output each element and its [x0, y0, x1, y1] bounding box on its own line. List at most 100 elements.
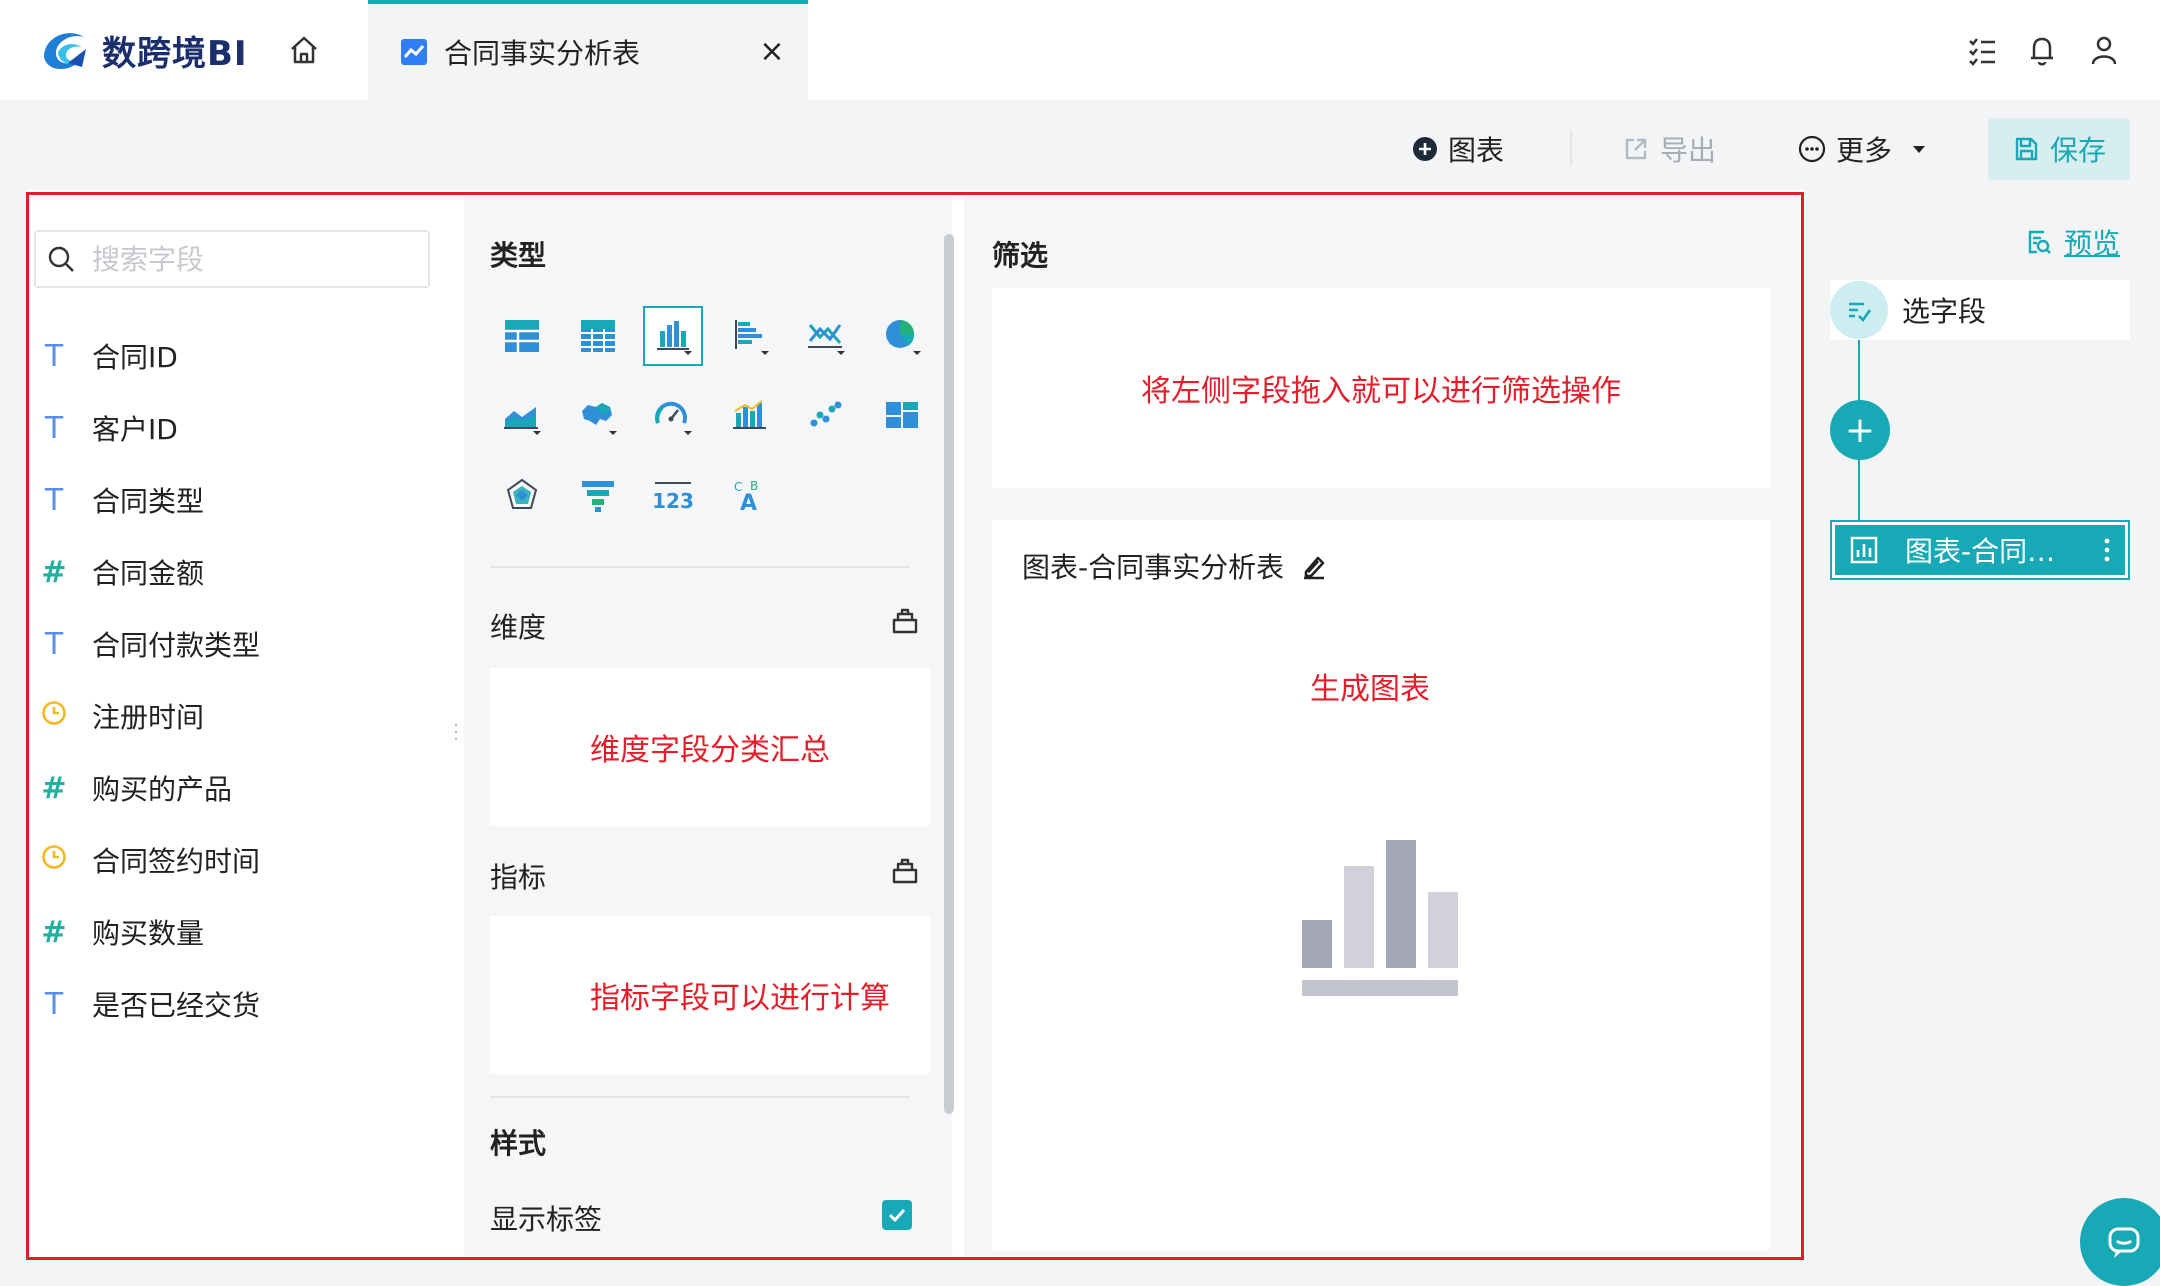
more-button[interactable]: 更多	[1798, 126, 1928, 172]
field-item[interactable]: # 购买数量	[40, 902, 440, 962]
field-item[interactable]: T 合同类型	[40, 470, 440, 530]
svg-text:123: 123	[652, 489, 694, 513]
config-divider	[490, 566, 910, 568]
word-cloud-icon[interactable]: CBA	[720, 466, 780, 526]
clock-icon	[40, 843, 68, 878]
config-scrollbar[interactable]	[944, 234, 954, 1114]
svg-text:A: A	[740, 491, 757, 515]
task-list-button[interactable]	[1962, 30, 2002, 70]
chart-node-label: 图表-合同…	[1905, 535, 2056, 568]
tab-label: 合同事实分析表	[444, 37, 641, 70]
user-icon	[2091, 36, 2117, 65]
funnel-icon[interactable]	[568, 466, 628, 526]
radar-icon[interactable]	[492, 466, 552, 526]
line-chart-icon[interactable]	[796, 306, 856, 366]
show-label-checkbox[interactable]	[882, 1200, 912, 1230]
check-icon	[888, 1208, 906, 1223]
text-type-icon: T	[44, 986, 64, 1022]
flow-step-select-fields[interactable]: 选字段	[1830, 280, 2130, 340]
field-item[interactable]: T 客户ID	[40, 398, 440, 458]
search-input[interactable]	[90, 241, 394, 277]
plus-circle-icon	[1413, 137, 1437, 161]
field-item[interactable]: T 是否已经交货	[40, 974, 440, 1034]
top-bar	[0, 0, 2160, 100]
metric-dropzone[interactable]: 指标字段可以进行计算	[490, 916, 930, 1074]
pie-chart-icon[interactable]	[872, 306, 932, 366]
preview-icon	[2028, 230, 2051, 254]
more-dots-icon	[1798, 135, 1826, 163]
field-label: 购买数量	[92, 917, 205, 950]
map-icon[interactable]	[568, 386, 628, 446]
chart-hint: 生成图表	[1310, 672, 1430, 707]
chart-title-row: 图表-合同事实分析表	[1022, 546, 1328, 586]
metric-title: 指标	[490, 861, 547, 894]
task-list-icon	[1969, 38, 1995, 66]
field-label: 合同签约时间	[92, 845, 261, 878]
flow-chart-node[interactable]: 图表-合同…	[1830, 520, 2130, 580]
cross-table-icon[interactable]	[568, 306, 628, 366]
dimension-dropzone[interactable]: 维度字段分类汇总	[490, 668, 930, 826]
add-step-button[interactable]: +	[1830, 400, 1890, 460]
save-button[interactable]: 保存	[1988, 118, 2130, 180]
preview-label: 预览	[2064, 227, 2121, 260]
scatter-icon[interactable]	[796, 386, 856, 446]
field-item[interactable]: 合同签约时间	[40, 830, 440, 890]
empty-chart-illustration	[1302, 840, 1458, 996]
field-item[interactable]: T 合同ID	[40, 326, 440, 386]
support-chat-button[interactable]	[2080, 1198, 2160, 1286]
export-label: 导出	[1660, 134, 1717, 167]
table-icon[interactable]	[492, 306, 552, 366]
number-type-icon: #	[41, 770, 67, 806]
filter-hint: 将左侧字段拖入就可以进行筛选操作	[1141, 374, 1621, 409]
text-type-icon: T	[44, 482, 64, 518]
bar-chart-icon[interactable]	[643, 306, 703, 366]
eraser-icon	[892, 608, 918, 634]
filter-dropzone[interactable]: 将左侧字段拖入就可以进行筛选操作	[992, 288, 1770, 488]
save-label: 保存	[2049, 134, 2106, 167]
chat-icon	[2108, 1227, 2140, 1258]
kpi-number-icon[interactable]: 123	[643, 466, 703, 526]
field-item[interactable]: # 合同金额	[40, 542, 440, 602]
caret-down-icon	[1913, 146, 1926, 153]
metric-clear-button[interactable]	[890, 856, 920, 890]
add-chart-button[interactable]: 图表	[1412, 126, 1504, 172]
flow-connector	[1858, 460, 1860, 522]
style-title: 样式	[490, 1127, 547, 1160]
save-icon	[2015, 137, 2038, 161]
toolbar-divider	[1570, 130, 1572, 166]
home-button[interactable]	[284, 30, 324, 70]
field-item[interactable]: # 购买的产品	[40, 758, 440, 818]
combo-chart-icon[interactable]	[720, 386, 780, 446]
preview-link[interactable]: 预览	[2024, 222, 2120, 262]
flow-step-label: 选字段	[1902, 295, 1987, 328]
panel-resize-handle[interactable]: ⋮	[446, 721, 466, 756]
horizontal-bar-icon[interactable]	[720, 306, 780, 366]
area-chart-icon[interactable]	[492, 386, 552, 446]
add-chart-label: 图表	[1448, 134, 1505, 167]
notification-button[interactable]	[2022, 30, 2062, 70]
search-icon	[48, 246, 74, 272]
export-button[interactable]: 导出	[1622, 126, 1716, 172]
tab-contract-analysis[interactable]: 合同事实分析表 ×	[368, 0, 808, 100]
edit-icon[interactable]	[1300, 552, 1328, 580]
chart-node-icon	[1850, 536, 1878, 564]
field-item[interactable]: T 合同付款类型	[40, 614, 440, 674]
app-logo[interactable]: 数跨境BI	[38, 22, 248, 78]
field-label: 是否已经交货	[92, 989, 261, 1022]
text-type-icon: T	[44, 338, 64, 374]
field-search[interactable]	[34, 230, 430, 288]
eraser-icon	[892, 858, 918, 884]
field-item[interactable]: 注册时间	[40, 686, 440, 746]
number-type-icon: #	[41, 554, 67, 590]
brand-logo-icon	[44, 33, 86, 70]
user-button[interactable]	[2084, 30, 2124, 70]
treemap-icon[interactable]	[872, 386, 932, 446]
text-type-icon: T	[44, 410, 64, 446]
gauge-icon[interactable]	[643, 386, 703, 446]
close-icon[interactable]: ×	[754, 34, 790, 69]
home-icon	[291, 36, 317, 64]
chart-title: 图表-合同事实分析表	[1022, 551, 1285, 584]
dimension-clear-button[interactable]	[890, 606, 920, 640]
kebab-menu-icon[interactable]	[2101, 535, 2113, 565]
dimension-title: 维度	[490, 611, 547, 644]
